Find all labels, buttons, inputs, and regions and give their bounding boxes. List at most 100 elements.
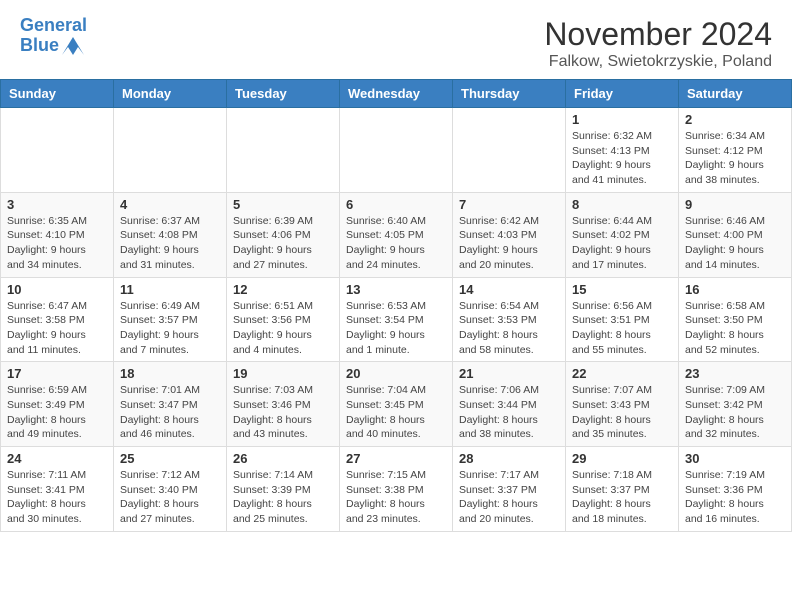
day-info: Sunrise: 6:54 AMSunset: 3:53 PMDaylight:… bbox=[459, 299, 559, 358]
calendar-cell: 12 Sunrise: 6:51 AMSunset: 3:56 PMDayligh… bbox=[227, 277, 340, 362]
logo: General Blue bbox=[20, 16, 87, 56]
calendar-cell: 24 Sunrise: 7:11 AMSunset: 3:41 PMDayligh… bbox=[1, 447, 114, 532]
calendar-cell: 25 Sunrise: 7:12 AMSunset: 3:40 PMDayligh… bbox=[114, 447, 227, 532]
location-subtitle: Falkow, Swietokrzyskie, Poland bbox=[544, 53, 772, 71]
day-number: 6 bbox=[346, 197, 446, 212]
day-number: 17 bbox=[7, 366, 107, 381]
day-number: 14 bbox=[459, 282, 559, 297]
col-wednesday: Wednesday bbox=[340, 80, 453, 108]
day-number: 5 bbox=[233, 197, 333, 212]
calendar-cell: 16 Sunrise: 6:58 AMSunset: 3:50 PMDayligh… bbox=[679, 277, 792, 362]
day-info: Sunrise: 7:03 AMSunset: 3:46 PMDaylight:… bbox=[233, 383, 333, 442]
day-info: Sunrise: 7:06 AMSunset: 3:44 PMDaylight:… bbox=[459, 383, 559, 442]
calendar-cell: 14 Sunrise: 6:54 AMSunset: 3:53 PMDayligh… bbox=[453, 277, 566, 362]
day-info: Sunrise: 6:59 AMSunset: 3:49 PMDaylight:… bbox=[7, 383, 107, 442]
day-info: Sunrise: 6:58 AMSunset: 3:50 PMDaylight:… bbox=[685, 299, 785, 358]
calendar-cell: 17 Sunrise: 6:59 AMSunset: 3:49 PMDayligh… bbox=[1, 362, 114, 447]
day-number: 18 bbox=[120, 366, 220, 381]
calendar-cell: 2Sunrise: 6:34 AMSunset: 4:12 PMDaylight… bbox=[679, 108, 792, 193]
day-number: 7 bbox=[459, 197, 559, 212]
day-info: Sunrise: 6:37 AMSunset: 4:08 PMDaylight:… bbox=[120, 214, 220, 273]
page-header: General Blue November 2024 Falkow, Swiet… bbox=[0, 0, 792, 79]
day-info: Sunrise: 7:15 AMSunset: 3:38 PMDaylight:… bbox=[346, 468, 446, 527]
logo-text: General Blue bbox=[20, 16, 87, 56]
calendar-cell: 5 Sunrise: 6:39 AMSunset: 4:06 PMDaylight… bbox=[227, 192, 340, 277]
day-info: Sunrise: 6:46 AMSunset: 4:00 PMDaylight:… bbox=[685, 214, 785, 273]
day-info: Sunrise: 7:01 AMSunset: 3:47 PMDaylight:… bbox=[120, 383, 220, 442]
calendar-cell: 7 Sunrise: 6:42 AMSunset: 4:03 PMDaylight… bbox=[453, 192, 566, 277]
day-number: 13 bbox=[346, 282, 446, 297]
day-number: 29 bbox=[572, 451, 672, 466]
calendar-cell: 29Sunrise: 7:18 AMSunset: 3:37 PMDayligh… bbox=[566, 447, 679, 532]
calendar-cell bbox=[1, 108, 114, 193]
calendar-cell: 30Sunrise: 7:19 AMSunset: 3:36 PMDayligh… bbox=[679, 447, 792, 532]
calendar-table: Sunday Monday Tuesday Wednesday Thursday… bbox=[0, 79, 792, 532]
day-number: 16 bbox=[685, 282, 785, 297]
day-info: Sunrise: 6:32 AMSunset: 4:13 PMDaylight:… bbox=[572, 129, 672, 188]
calendar-cell: 28 Sunrise: 7:17 AMSunset: 3:37 PMDayligh… bbox=[453, 447, 566, 532]
day-number: 25 bbox=[120, 451, 220, 466]
calendar-cell: 26 Sunrise: 7:14 AMSunset: 3:39 PMDayligh… bbox=[227, 447, 340, 532]
day-info: Sunrise: 6:34 AMSunset: 4:12 PMDaylight:… bbox=[685, 129, 785, 188]
calendar-header-row: Sunday Monday Tuesday Wednesday Thursday… bbox=[1, 80, 792, 108]
day-info: Sunrise: 6:42 AMSunset: 4:03 PMDaylight:… bbox=[459, 214, 559, 273]
day-info: Sunrise: 6:40 AMSunset: 4:05 PMDaylight:… bbox=[346, 214, 446, 273]
day-number: 15 bbox=[572, 282, 672, 297]
calendar-cell: 6 Sunrise: 6:40 AMSunset: 4:05 PMDaylight… bbox=[340, 192, 453, 277]
calendar-cell: 23Sunrise: 7:09 AMSunset: 3:42 PMDayligh… bbox=[679, 362, 792, 447]
col-sunday: Sunday bbox=[1, 80, 114, 108]
calendar-cell: 20 Sunrise: 7:04 AMSunset: 3:45 PMDayligh… bbox=[340, 362, 453, 447]
day-number: 19 bbox=[233, 366, 333, 381]
day-number: 1 bbox=[572, 112, 672, 127]
logo-icon bbox=[62, 37, 84, 55]
calendar-week-row: 17 Sunrise: 6:59 AMSunset: 3:49 PMDayligh… bbox=[1, 362, 792, 447]
day-number: 12 bbox=[233, 282, 333, 297]
calendar-cell: 27 Sunrise: 7:15 AMSunset: 3:38 PMDayligh… bbox=[340, 447, 453, 532]
calendar-cell bbox=[453, 108, 566, 193]
day-info: Sunrise: 7:12 AMSunset: 3:40 PMDaylight:… bbox=[120, 468, 220, 527]
col-friday: Friday bbox=[566, 80, 679, 108]
day-info: Sunrise: 7:14 AMSunset: 3:39 PMDaylight:… bbox=[233, 468, 333, 527]
col-monday: Monday bbox=[114, 80, 227, 108]
day-info: Sunrise: 7:17 AMSunset: 3:37 PMDaylight:… bbox=[459, 468, 559, 527]
day-number: 26 bbox=[233, 451, 333, 466]
calendar-cell: 4 Sunrise: 6:37 AMSunset: 4:08 PMDaylight… bbox=[114, 192, 227, 277]
calendar-week-row: 3Sunrise: 6:35 AMSunset: 4:10 PMDaylight… bbox=[1, 192, 792, 277]
day-info: Sunrise: 6:49 AMSunset: 3:57 PMDaylight:… bbox=[120, 299, 220, 358]
calendar-cell bbox=[227, 108, 340, 193]
calendar-cell bbox=[114, 108, 227, 193]
day-number: 9 bbox=[685, 197, 785, 212]
day-info: Sunrise: 6:47 AMSunset: 3:58 PMDaylight:… bbox=[7, 299, 107, 358]
day-info: Sunrise: 7:11 AMSunset: 3:41 PMDaylight:… bbox=[7, 468, 107, 527]
day-number: 11 bbox=[120, 282, 220, 297]
day-info: Sunrise: 6:44 AMSunset: 4:02 PMDaylight:… bbox=[572, 214, 672, 273]
calendar-cell bbox=[340, 108, 453, 193]
calendar-cell: 15 Sunrise: 6:56 AMSunset: 3:51 PMDayligh… bbox=[566, 277, 679, 362]
day-number: 28 bbox=[459, 451, 559, 466]
day-info: Sunrise: 6:39 AMSunset: 4:06 PMDaylight:… bbox=[233, 214, 333, 273]
day-number: 21 bbox=[459, 366, 559, 381]
calendar-cell: 19 Sunrise: 7:03 AMSunset: 3:46 PMDayligh… bbox=[227, 362, 340, 447]
day-number: 20 bbox=[346, 366, 446, 381]
day-info: Sunrise: 7:04 AMSunset: 3:45 PMDaylight:… bbox=[346, 383, 446, 442]
logo-general: General bbox=[20, 15, 87, 35]
col-saturday: Saturday bbox=[679, 80, 792, 108]
day-number: 23 bbox=[685, 366, 785, 381]
day-info: Sunrise: 7:19 AMSunset: 3:36 PMDaylight:… bbox=[685, 468, 785, 527]
day-number: 24 bbox=[7, 451, 107, 466]
calendar-cell: 10 Sunrise: 6:47 AMSunset: 3:58 PMDayligh… bbox=[1, 277, 114, 362]
day-info: Sunrise: 6:51 AMSunset: 3:56 PMDaylight:… bbox=[233, 299, 333, 358]
day-number: 22 bbox=[572, 366, 672, 381]
calendar-week-row: 10 Sunrise: 6:47 AMSunset: 3:58 PMDayligh… bbox=[1, 277, 792, 362]
calendar-cell: 21 Sunrise: 7:06 AMSunset: 3:44 PMDayligh… bbox=[453, 362, 566, 447]
day-info: Sunrise: 6:35 AMSunset: 4:10 PMDaylight:… bbox=[7, 214, 107, 273]
title-block: November 2024 Falkow, Swietokrzyskie, Po… bbox=[544, 16, 772, 71]
day-info: Sunrise: 6:56 AMSunset: 3:51 PMDaylight:… bbox=[572, 299, 672, 358]
day-number: 10 bbox=[7, 282, 107, 297]
col-tuesday: Tuesday bbox=[227, 80, 340, 108]
calendar-cell: 9 Sunrise: 6:46 AMSunset: 4:00 PMDaylight… bbox=[679, 192, 792, 277]
day-number: 4 bbox=[120, 197, 220, 212]
calendar-week-row: 1 Sunrise: 6:32 AMSunset: 4:13 PMDaylight… bbox=[1, 108, 792, 193]
day-number: 27 bbox=[346, 451, 446, 466]
calendar-cell: 3Sunrise: 6:35 AMSunset: 4:10 PMDaylight… bbox=[1, 192, 114, 277]
